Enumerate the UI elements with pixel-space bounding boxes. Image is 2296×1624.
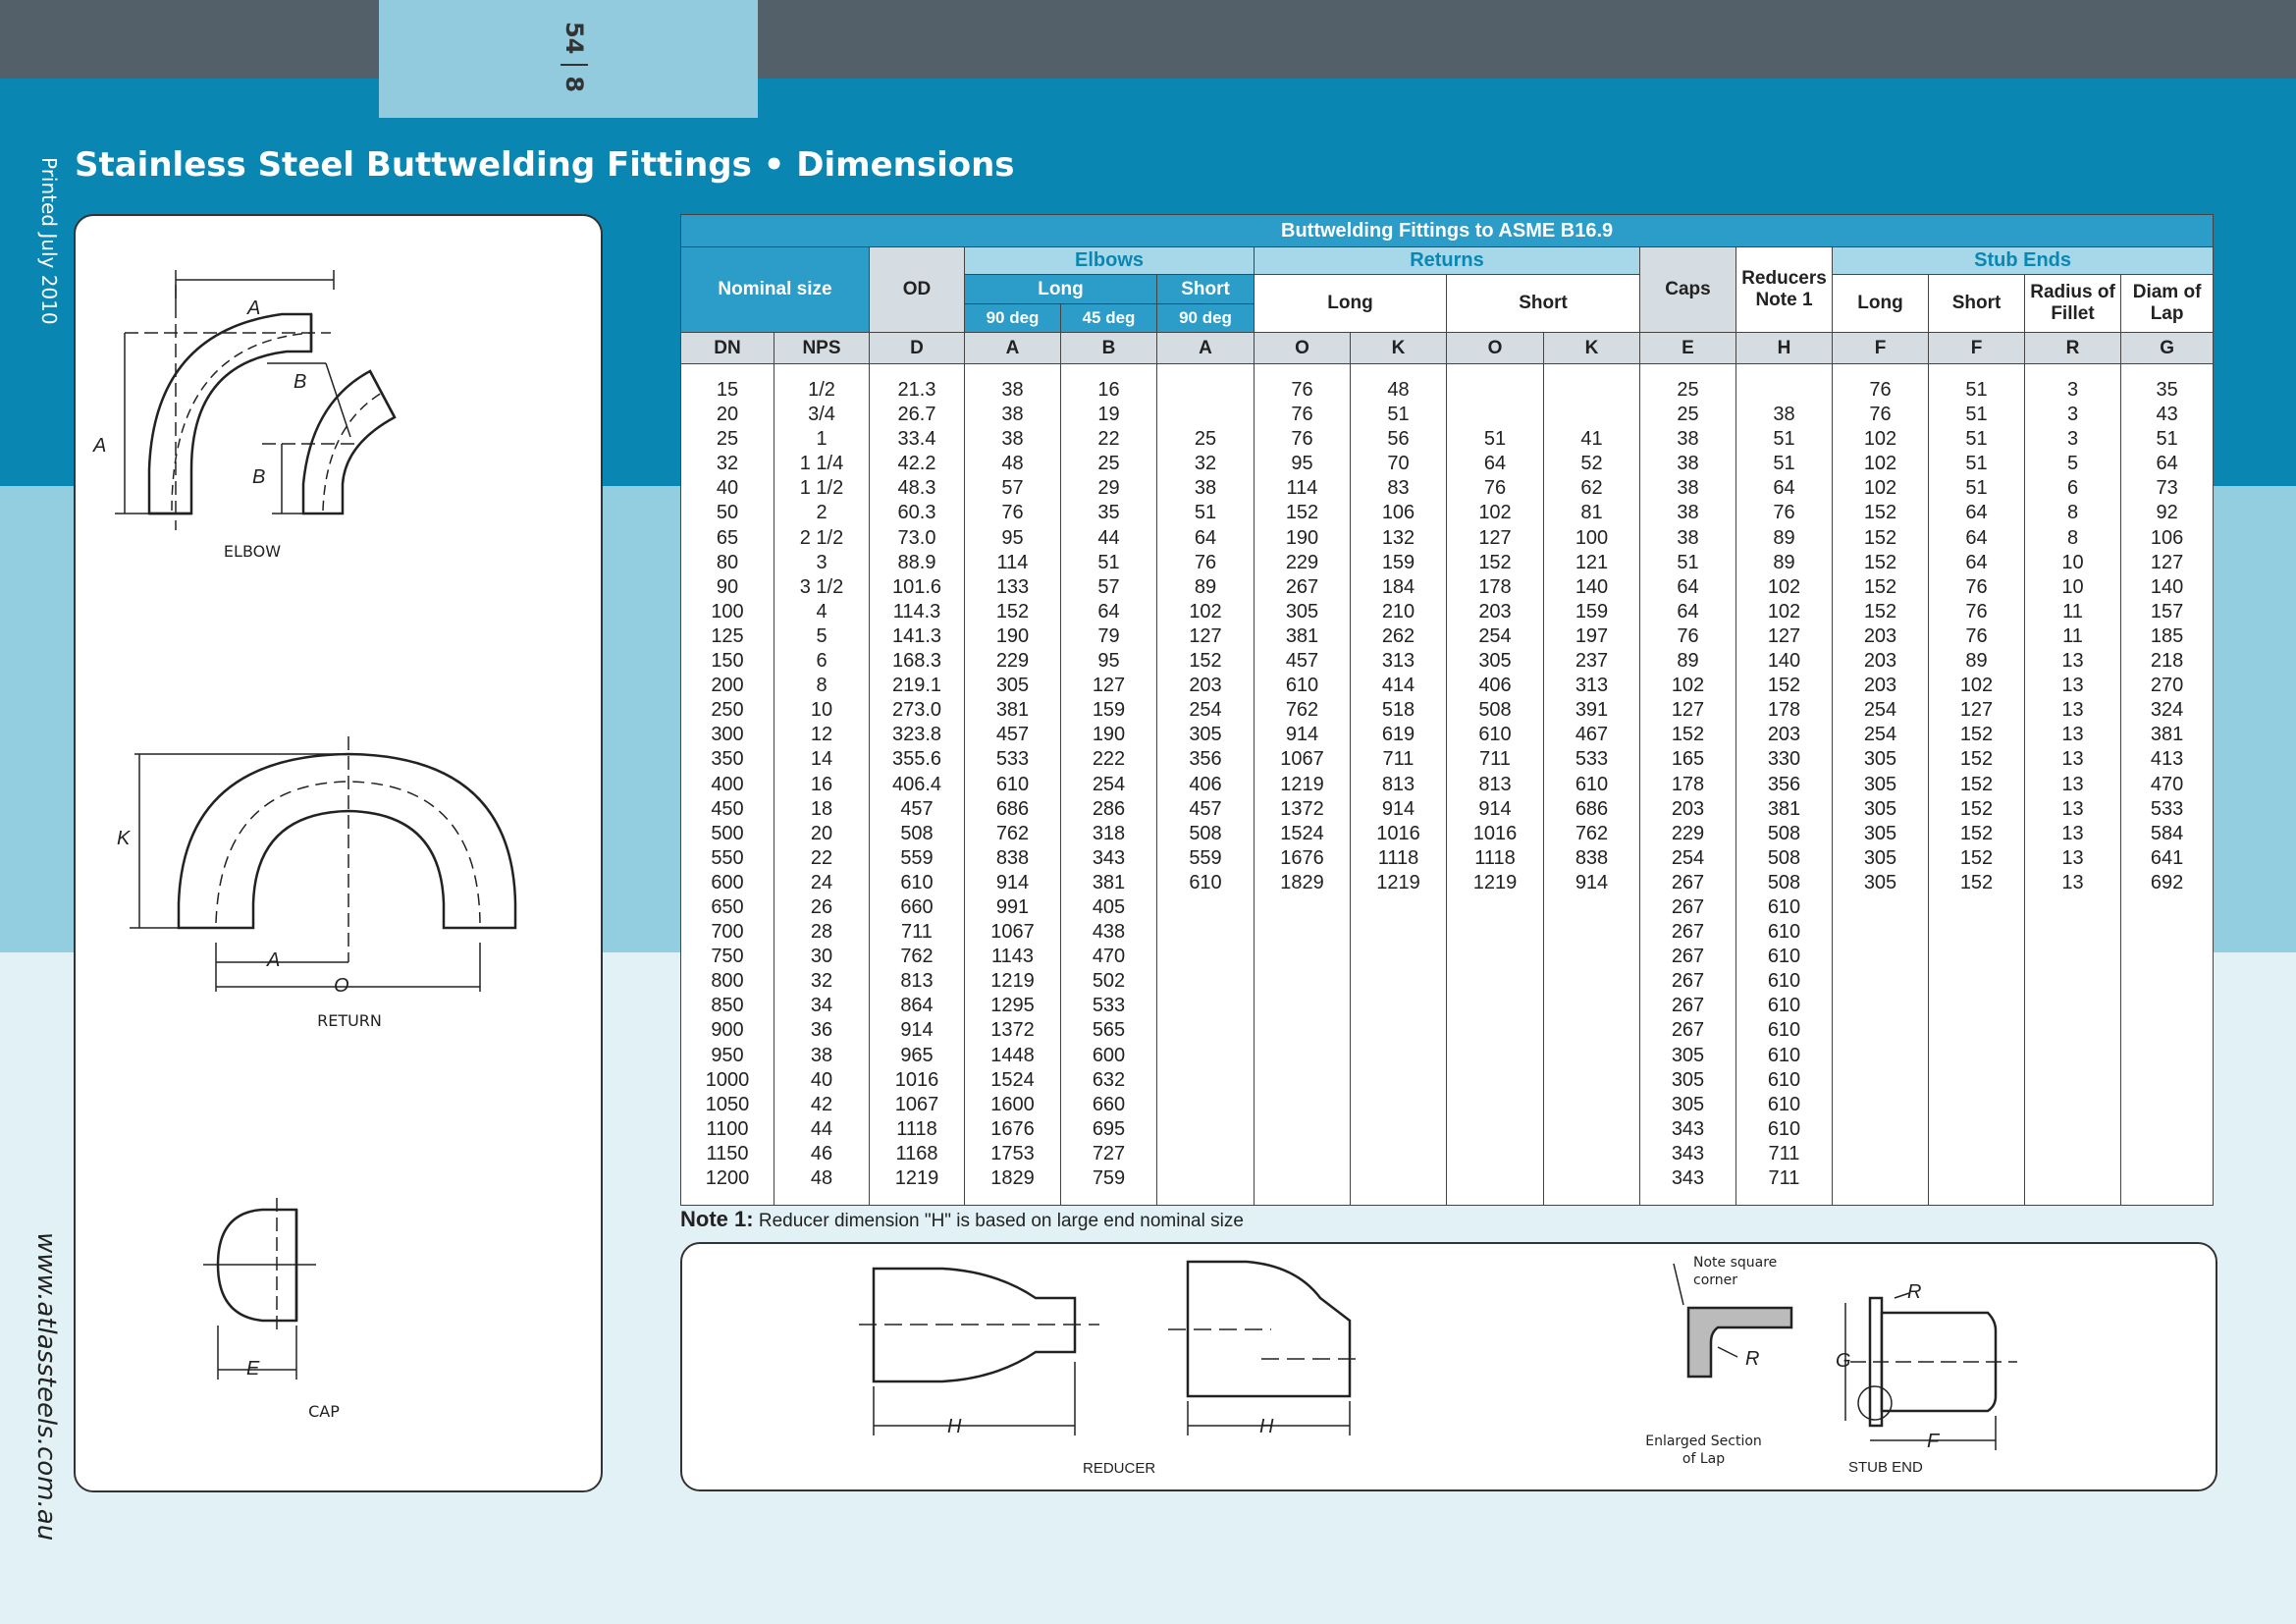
column-stub-diam-g: 35 43 51 64 73 92 106 127 140 157 185 21… <box>2119 362 2215 1207</box>
letter-nps: NPS <box>774 332 870 364</box>
letter-e: E <box>1639 332 1736 364</box>
note-text: Reducer dimension "H" is based on large … <box>758 1211 1244 1231</box>
letter-b: B <box>1060 332 1157 364</box>
letter-k-long: K <box>1350 332 1447 364</box>
reducer-stub-drawings: H H R R G F REDUCER STUB END <box>859 1260 2017 1477</box>
column-return-short-o: 51 64 76 102 127 152 178 203 254 305 406… <box>1446 362 1544 1207</box>
table-note: Note 1: Reducer dimension "H" is based o… <box>680 1207 1244 1232</box>
short-90-header: 90 deg <box>1156 303 1255 333</box>
return-short-header: Short <box>1446 274 1640 333</box>
elbow-long-header: Long <box>964 274 1157 304</box>
column-elbow-short-90: 25 32 38 51 64 76 89 102 127 152 203 254… <box>1156 362 1255 1207</box>
letter-d: D <box>869 332 965 364</box>
reducers-header: Reducers Note 1 <box>1735 246 1833 333</box>
reducer-stub-panel: H H R R G F REDUCER STUB END Note square… <box>680 1242 2217 1491</box>
column-dn: 15 20 25 32 40 50 65 80 90 100 125 150 2… <box>680 362 774 1207</box>
website-url[interactable]: www.atlassteels.com.au <box>31 1232 61 1541</box>
reducers-header-text: Reducers Note 1 <box>1741 268 1827 310</box>
column-stub-short-f: 51 51 51 51 51 64 64 64 76 76 76 89 102 … <box>1928 362 2025 1207</box>
page-number-tab: 54 8 <box>557 13 592 101</box>
svg-text:STUB END: STUB END <box>1848 1459 1923 1476</box>
long-90-header: 90 deg <box>964 303 1061 333</box>
svg-text:K: K <box>117 828 132 849</box>
column-return-long-o: 76 76 76 95 114 152 190 229 267 305 381 … <box>1254 362 1351 1207</box>
svg-text:O: O <box>334 975 349 997</box>
note-label: Note 1: <box>680 1207 754 1231</box>
column-reducers-h: 38 51 51 64 76 89 89 102 102 127 140 152… <box>1735 362 1833 1207</box>
letter-dn: DN <box>680 332 774 364</box>
letter-k-short: K <box>1543 332 1640 364</box>
column-elbow-long-90: 38 38 38 48 57 76 95 114 133 152 190 229… <box>964 362 1061 1207</box>
svg-text:R: R <box>1907 1281 1921 1303</box>
fittings-drawings: A A B B K A O E <box>92 270 517 1380</box>
column-od: 21.3 26.7 33.4 42.2 48.3 60.3 73.0 88.9 … <box>869 362 965 1207</box>
letter-a-short: A <box>1156 332 1255 364</box>
column-stub-radius-r: 3 3 3 5 6 8 8 10 10 11 11 13 13 13 13 13… <box>2024 362 2121 1207</box>
long-45-header: 45 deg <box>1060 303 1157 333</box>
diagram-panel: A A B B K A O E ELBOW RETURN CAP <box>74 214 603 1492</box>
letter-f-long: F <box>1832 332 1929 364</box>
svg-text:B: B <box>252 466 265 488</box>
svg-text:B: B <box>294 371 306 393</box>
column-elbow-long-45: 16 19 22 25 29 35 44 51 57 64 79 95 127 … <box>1060 362 1157 1207</box>
svg-text:E: E <box>246 1358 260 1380</box>
column-return-short-k: 41 52 62 81 100 121 140 159 197 237 313 … <box>1543 362 1640 1207</box>
column-caps-e: 25 25 38 38 38 38 38 51 64 64 76 89 102 … <box>1639 362 1736 1207</box>
caps-header: Caps <box>1639 246 1736 333</box>
returns-header: Returns <box>1254 246 1640 275</box>
stub-radius-header: Radius of Fillet <box>2024 274 2121 333</box>
svg-text:F: F <box>1927 1431 1941 1452</box>
top-band <box>0 0 2296 79</box>
elbow-short-header: Short <box>1156 274 1255 304</box>
return-label: RETURN <box>317 1011 382 1030</box>
enlarged-section-label: Enlarged Section of Lap <box>1645 1434 1762 1467</box>
tab-separator <box>561 64 588 67</box>
letter-f-short: F <box>1928 332 2025 364</box>
stub-ends-header: Stub Ends <box>1831 246 2215 275</box>
svg-text:A: A <box>266 949 280 971</box>
elbow-label: ELBOW <box>223 542 282 561</box>
svg-text:R: R <box>1745 1348 1759 1370</box>
page-title: Stainless Steel Buttwelding Fittings • D… <box>75 145 1015 185</box>
nominal-size-header: Nominal size <box>680 246 870 333</box>
elbows-header: Elbows <box>964 246 1255 275</box>
svg-text:G: G <box>1836 1350 1851 1372</box>
stub-diam-header: Diam of Lap <box>2119 274 2215 333</box>
stub-short-header: Short <box>1928 274 2025 333</box>
table-caption: Buttwelding Fittings to ASME B16.9 <box>679 214 2215 247</box>
svg-text:REDUCER: REDUCER <box>1083 1460 1155 1477</box>
svg-text:A: A <box>246 298 260 319</box>
dimensions-table: Buttwelding Fittings to ASME B16.9 Nomin… <box>679 214 2215 1207</box>
column-return-long-k: 48 51 56 70 83 106 132 159 184 210 262 3… <box>1350 362 1447 1207</box>
stub-long-header: Long <box>1832 274 1929 333</box>
letter-o-short: O <box>1446 332 1544 364</box>
svg-text:A: A <box>92 435 106 457</box>
od-header: OD <box>869 246 965 333</box>
letter-o-long: O <box>1254 332 1351 364</box>
letter-h: H <box>1735 332 1833 364</box>
note-square-corner: Note square corner <box>1693 1255 1778 1288</box>
return-long-header: Long <box>1254 274 1447 333</box>
printed-date: Printed July 2010 <box>37 157 61 325</box>
letter-g: G <box>2119 332 2215 364</box>
letter-r: R <box>2024 332 2121 364</box>
column-stub-long-f: 76 76 102 102 102 152 152 152 152 152 20… <box>1832 362 1929 1207</box>
cap-label: CAP <box>308 1402 340 1421</box>
svg-text:H: H <box>1259 1416 1274 1437</box>
page-number: 54 <box>561 21 588 55</box>
column-nps: 1/2 3/4 1 1 1/4 1 1/2 2 2 1/2 3 3 1/2 4 … <box>774 362 870 1207</box>
section-number: 8 <box>561 76 588 93</box>
svg-text:H: H <box>947 1416 962 1437</box>
letter-a-long: A <box>964 332 1061 364</box>
